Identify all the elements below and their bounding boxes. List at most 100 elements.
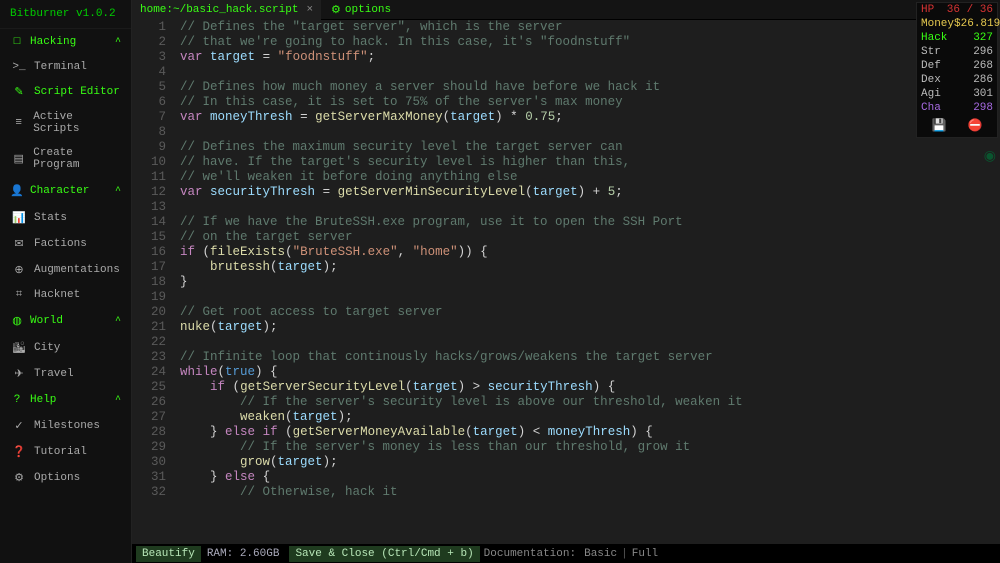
script-editor-icon: ✎ [12,85,26,99]
code-line[interactable]: 21nuke(target); [132,320,1000,335]
code-line[interactable]: 31 } else { [132,470,1000,485]
create-program-icon: ▤ [12,152,25,166]
code-line[interactable]: 8 [132,125,1000,140]
code-line[interactable]: 27 weaken(target); [132,410,1000,425]
stats-hud: HP36 / 36Money$26.819bHack327Str296Def26… [916,2,998,138]
line-content: // on the target server [180,230,353,245]
sidebar-item-terminal[interactable]: >_Terminal [0,55,131,79]
code-line[interactable]: 4 [132,65,1000,80]
sidebar-item-augmentations[interactable]: ⊕ Augmentations [0,257,131,283]
line-number: 3 [132,50,180,65]
code-line[interactable]: 22 [132,335,1000,350]
code-line[interactable]: 30 grow(target); [132,455,1000,470]
line-content: // Defines how much money a server shoul… [180,80,660,95]
sidebar-item-stats[interactable]: 📊Stats [0,205,131,231]
sidebar-item-options[interactable]: ⚙Options [0,465,131,491]
sidebar-item-label: Hacknet [34,289,80,301]
line-content: } else if (getServerMoneyAvailable(targe… [180,425,653,440]
hud-save-icon[interactable]: 💾 [932,118,947,133]
hud-value: 286 [973,73,993,87]
sidebar-item-travel[interactable]: ✈Travel [0,361,131,387]
code-line[interactable]: 26 // If the server's security level is … [132,395,1000,410]
code-line[interactable]: 12var securityThresh = getServerMinSecur… [132,185,1000,200]
code-line[interactable]: 20// Get root access to target server [132,305,1000,320]
hud-key: Cha [921,101,941,115]
line-content: // Defines the "target server", which is… [180,20,563,35]
code-line[interactable]: 2// that we're going to hack. In this ca… [132,35,1000,50]
line-number: 9 [132,140,180,155]
code-line[interactable]: 7var moneyThresh = getServerMaxMoney(tar… [132,110,1000,125]
code-line[interactable]: 24while(true) { [132,365,1000,380]
sidebar-item-city[interactable]: 🏙City [0,335,131,361]
code-line[interactable]: 3var target = "foodnstuff"; [132,50,1000,65]
code-line[interactable]: 25 if (getServerSecurityLevel(target) > … [132,380,1000,395]
hud-value: 36 / 36 [947,3,993,17]
beautify-button[interactable]: Beautify [136,546,201,562]
code-line[interactable]: 18} [132,275,1000,290]
corner-eye-icon[interactable]: ◉ [984,148,996,165]
sidebar-item-hacknet[interactable]: ⌗Hacknet [0,283,131,307]
hud-value: 327 [973,31,993,45]
code-line[interactable]: 17 brutessh(target); [132,260,1000,275]
sidebar-item-label: Terminal [34,61,87,73]
line-number: 4 [132,65,180,80]
line-number: 6 [132,95,180,110]
line-content: // we'll weaken it before doing anything… [180,170,518,185]
sidebar-item-label: Augmentations [34,264,120,276]
code-line[interactable]: 10// have. If the target's security leve… [132,155,1000,170]
sidebar: Bitburner v1.0.2 □Hacking^>_Terminal✎Scr… [0,0,132,563]
code-line[interactable]: 29 // If the server's money is less than… [132,440,1000,455]
code-line[interactable]: 19 [132,290,1000,305]
chevron-up-icon: ^ [115,395,121,406]
code-line[interactable]: 6// In this case, it is set to 75% of th… [132,95,1000,110]
sidebar-section-character[interactable]: 👤Character^ [0,177,131,205]
sidebar-item-milestones[interactable]: ✓Milestones [0,413,131,439]
line-number: 25 [132,380,180,395]
editor-pane: home:~/basic_hack.script × ⚙ options 1//… [132,0,1000,544]
doc-full-link[interactable]: Full [628,548,662,560]
hacking-icon: □ [10,36,24,48]
sidebar-item-factions[interactable]: ✉Factions [0,231,131,257]
sidebar-section-help[interactable]: ?Help^ [0,387,131,413]
line-number: 12 [132,185,180,200]
hud-kill-icon[interactable]: ⛔ [968,118,983,133]
hud-key: Def [921,59,941,73]
line-content: // If we have the BruteSSH.exe program, … [180,215,683,230]
sidebar-item-tutorial[interactable]: ❓Tutorial [0,439,131,465]
ram-usage: RAM: 2.60GB [201,548,286,560]
save-close-button[interactable]: Save & Close (Ctrl/Cmd + b) [289,546,479,562]
line-content: // Infinite loop that continously hacks/… [180,350,713,365]
tab-script[interactable]: home:~/basic_hack.script × [132,0,321,20]
sidebar-section-world[interactable]: ◍World^ [0,307,131,335]
editor-options-button[interactable]: ⚙ options [323,3,399,17]
line-content: nuke(target); [180,320,278,335]
doc-basic-link[interactable]: Basic [580,548,621,560]
hud-value: 268 [973,59,993,73]
code-line[interactable]: 14// If we have the BruteSSH.exe program… [132,215,1000,230]
line-content: // Get root access to target server [180,305,443,320]
code-line[interactable]: 32 // Otherwise, hack it [132,485,1000,500]
sidebar-item-create-program[interactable]: ▤Create Program [0,141,131,177]
tab-close-icon[interactable]: × [306,4,313,16]
augmentations-icon: ⊕ [12,263,26,277]
code-line[interactable]: 28 } else if (getServerMoneyAvailable(ta… [132,425,1000,440]
sidebar-section-label: Character [30,185,89,197]
code-line[interactable]: 13 [132,200,1000,215]
code-line[interactable]: 9// Defines the maximum security level t… [132,140,1000,155]
line-number: 14 [132,215,180,230]
line-number: 27 [132,410,180,425]
code-line[interactable]: 1// Defines the "target server", which i… [132,20,1000,35]
code-line[interactable]: 23// Infinite loop that continously hack… [132,350,1000,365]
code-line[interactable]: 16if (fileExists("BruteSSH.exe", "home")… [132,245,1000,260]
code-line[interactable]: 11// we'll weaken it before doing anythi… [132,170,1000,185]
code-line[interactable]: 15// on the target server [132,230,1000,245]
sidebar-item-script-editor[interactable]: ✎Script Editor [0,79,131,105]
code-line[interactable]: 5// Defines how much money a server shou… [132,80,1000,95]
line-content: // have. If the target's security level … [180,155,630,170]
line-content: // Defines the maximum security level th… [180,140,623,155]
hud-key: Dex [921,73,941,87]
code-editor[interactable]: 1// Defines the "target server", which i… [132,20,1000,544]
sidebar-item-active-scripts[interactable]: ≡Active Scripts [0,105,131,141]
sidebar-section-hacking[interactable]: □Hacking^ [0,29,131,55]
hud-key: Hack [921,31,947,45]
